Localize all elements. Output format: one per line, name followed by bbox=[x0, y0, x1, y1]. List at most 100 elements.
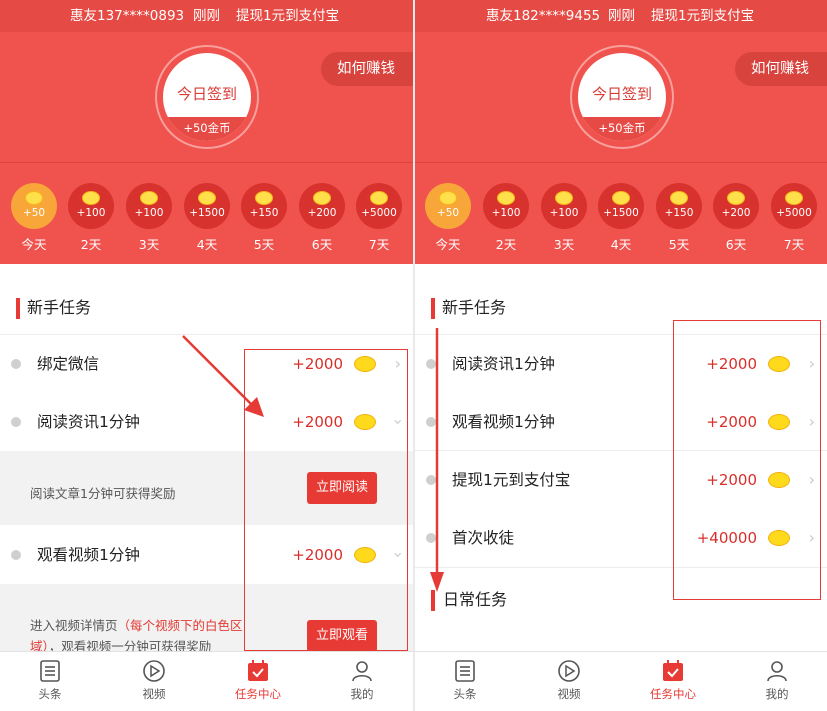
task-name: 阅读资讯1分钟 bbox=[37, 413, 140, 431]
task-reward: +40000 bbox=[696, 529, 757, 547]
checkin-days: +50 今天 +100 2天 +100 3天 +1500 4天 +150 5天 … bbox=[415, 162, 827, 264]
task-name: 阅读资讯1分钟 bbox=[452, 355, 555, 373]
day-amount: +50 bbox=[436, 207, 460, 219]
day-amount: +200 bbox=[721, 207, 751, 219]
withdraw-ticker: 惠友137****0893 刚刚 提现1元到支付宝 bbox=[0, 0, 413, 32]
day-label: 6天 bbox=[725, 237, 747, 252]
coin-icon: +5000 bbox=[771, 183, 817, 229]
video-play-icon bbox=[143, 660, 165, 682]
ticker-message: 提现1元到支付宝 bbox=[236, 8, 340, 24]
day-item: +50 今天 bbox=[11, 183, 57, 253]
chevron-right-icon: › bbox=[808, 354, 815, 373]
day-item: +100 3天 bbox=[126, 183, 172, 253]
coin-icon: +100 bbox=[126, 183, 172, 229]
gold-coin-icon bbox=[354, 356, 376, 372]
how-to-earn-button[interactable]: 如何赚钱 bbox=[735, 52, 827, 86]
day-label: 3天 bbox=[138, 237, 160, 252]
task-reward: +2000 bbox=[292, 355, 343, 373]
coin-icon: +1500 bbox=[184, 183, 230, 229]
day-amount: +5000 bbox=[361, 207, 397, 219]
section-title-daily: 日常任务 bbox=[415, 580, 827, 620]
task-detail-video: 进入视频详情页（每个视频下的白色区 域），观看视频一分钟可获得奖励 立即观看 bbox=[0, 584, 413, 654]
section-title-newbie: 新手任务 bbox=[415, 288, 827, 328]
tab-mine[interactable]: 我的 bbox=[332, 658, 392, 708]
day-amount: +50 bbox=[22, 207, 46, 219]
chevron-right-icon: › bbox=[808, 470, 815, 489]
user-icon bbox=[352, 661, 372, 682]
day-amount: +1500 bbox=[189, 207, 225, 219]
detail-text: 阅读文章1分钟可获得奖励 bbox=[30, 486, 176, 501]
tab-news[interactable]: 头条 bbox=[20, 658, 80, 708]
ticker-user: 惠友137****0893 bbox=[70, 8, 185, 24]
day-amount: +100 bbox=[549, 207, 579, 219]
chevron-down-icon: › bbox=[388, 418, 408, 426]
day-item: +100 3天 bbox=[541, 183, 587, 253]
coin-icon: +100 bbox=[483, 183, 529, 229]
coin-icon: +150 bbox=[241, 183, 287, 229]
checkin-button[interactable]: 今日签到 +50金币 bbox=[578, 53, 666, 141]
checkin-reward: +50金币 bbox=[163, 117, 251, 141]
day-item: +150 5天 bbox=[656, 183, 702, 253]
read-now-button[interactable]: 立即阅读 bbox=[307, 472, 377, 504]
checkin-ring: 今日签到 +50金币 bbox=[155, 45, 259, 149]
day-item: +5000 7天 bbox=[771, 183, 817, 253]
tab-news[interactable]: 头条 bbox=[435, 658, 495, 708]
task-row[interactable]: 观看视频1分钟 +2000 › bbox=[0, 526, 413, 584]
right-screen: 惠友182****9455 刚刚 提现1元到支付宝 今日签到 +50金币 如何赚… bbox=[415, 0, 827, 711]
task-name: 提现1元到支付宝 bbox=[452, 471, 571, 489]
coin-icon: +200 bbox=[713, 183, 759, 229]
coin-icon: +50 bbox=[11, 183, 57, 229]
day-item: +100 2天 bbox=[68, 183, 114, 253]
ticker-message: 提现1元到支付宝 bbox=[651, 8, 755, 24]
left-screen: 惠友137****0893 刚刚 提现1元到支付宝 今日签到 +50金币 如何赚… bbox=[0, 0, 413, 711]
day-label: 6天 bbox=[311, 237, 333, 252]
checkin-button[interactable]: 今日签到 +50金币 bbox=[163, 53, 251, 141]
day-amount: +100 bbox=[134, 207, 164, 219]
task-row[interactable]: 首次收徒 +40000 › bbox=[415, 509, 827, 567]
day-label: 5天 bbox=[253, 237, 275, 252]
day-amount: +150 bbox=[664, 207, 694, 219]
task-row[interactable]: 阅读资讯1分钟 +2000 › bbox=[0, 393, 413, 451]
tab-task-center[interactable]: 任务中心 bbox=[228, 658, 288, 708]
day-item: +5000 7天 bbox=[356, 183, 402, 253]
how-to-earn-button[interactable]: 如何赚钱 bbox=[321, 52, 413, 86]
day-label: 今天 bbox=[21, 237, 47, 252]
tab-video[interactable]: 视频 bbox=[124, 658, 184, 708]
tab-label: 任务中心 bbox=[650, 687, 696, 701]
task-name: 观看视频1分钟 bbox=[452, 413, 555, 431]
video-play-icon bbox=[558, 660, 580, 682]
coin-icon: +1500 bbox=[598, 183, 644, 229]
chevron-right-icon: › bbox=[394, 354, 401, 373]
day-label: 今天 bbox=[435, 237, 461, 252]
withdraw-ticker: 惠友182****9455 刚刚 提现1元到支付宝 bbox=[415, 0, 827, 32]
task-row[interactable]: 观看视频1分钟 +2000 › bbox=[415, 393, 827, 451]
detail-text: 进入视频详情页（每个视频下的白色区 bbox=[30, 618, 243, 633]
task-row[interactable]: 阅读资讯1分钟 +2000 › bbox=[415, 335, 827, 393]
task-row[interactable]: 提现1元到支付宝 +2000 › bbox=[415, 451, 827, 509]
task-reward: +2000 bbox=[706, 355, 757, 373]
coin-icon: +50 bbox=[425, 183, 471, 229]
day-item: +100 2天 bbox=[483, 183, 529, 253]
day-amount: +1500 bbox=[603, 207, 639, 219]
coin-icon: +100 bbox=[541, 183, 587, 229]
section-title-newbie: 新手任务 bbox=[0, 288, 413, 328]
task-row[interactable]: 绑定微信 +2000 › bbox=[0, 335, 413, 393]
tab-task-center[interactable]: 任务中心 bbox=[643, 658, 703, 708]
gold-coin-icon bbox=[768, 356, 790, 372]
news-icon bbox=[40, 660, 60, 682]
tab-mine[interactable]: 我的 bbox=[747, 658, 807, 708]
day-item: +50 今天 bbox=[425, 183, 471, 253]
checkin-days: +50 今天 +100 2天 +100 3天 +1500 4天 +150 5天 … bbox=[0, 162, 413, 264]
tab-label: 头条 bbox=[38, 687, 62, 701]
coin-icon: +100 bbox=[68, 183, 114, 229]
user-icon bbox=[767, 661, 787, 682]
tab-label: 我的 bbox=[350, 687, 374, 701]
day-item: +200 6天 bbox=[299, 183, 345, 253]
tab-video[interactable]: 视频 bbox=[539, 658, 599, 708]
day-label: 4天 bbox=[610, 237, 632, 252]
ticker-time: 刚刚 bbox=[608, 8, 635, 24]
day-label: 2天 bbox=[495, 237, 517, 252]
day-amount: +100 bbox=[76, 207, 106, 219]
watch-now-button[interactable]: 立即观看 bbox=[307, 620, 377, 652]
tab-label: 视频 bbox=[142, 687, 166, 701]
